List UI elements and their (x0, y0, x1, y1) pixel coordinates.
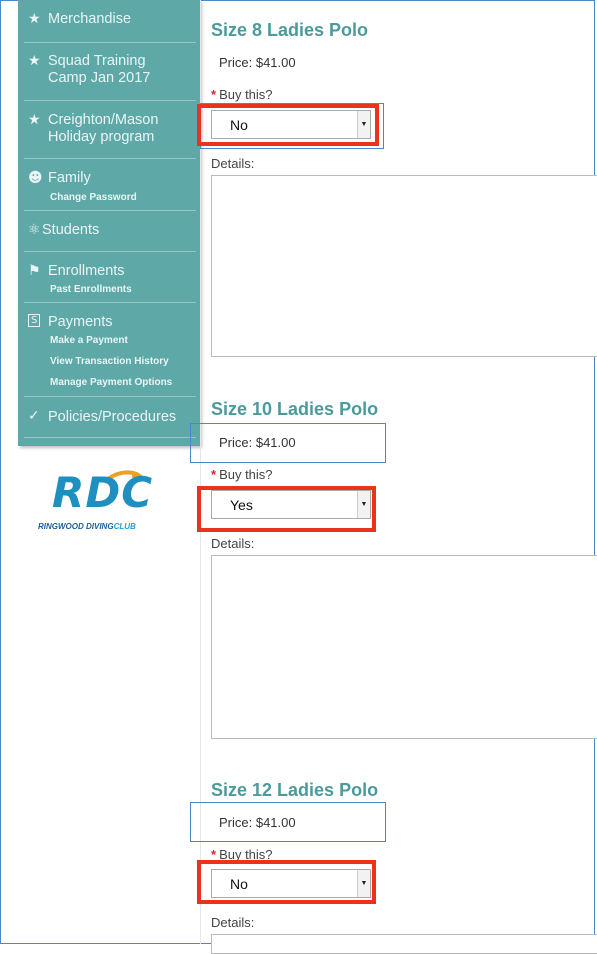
logo-letters: RDC (52, 468, 154, 517)
details-label: Details: (211, 156, 255, 171)
highlight-box-red (197, 486, 376, 532)
sidebar-nav: ★ Merchandise ★ Squad Training Camp Jan … (18, 0, 200, 446)
sidebar-item-label: Enrollments (48, 263, 125, 279)
star-icon: ★ (28, 112, 41, 128)
sidebar-item-label: Family (48, 170, 91, 186)
manage-payment-options-link[interactable]: Manage Payment Options (50, 377, 172, 388)
sidebar-item-payments[interactable]: S Payments Make a Payment View Transacti… (24, 303, 196, 397)
product-title: Size 10 Ladies Polo (211, 399, 379, 419)
sidebar-item-policies[interactable]: ✓ Policies/Procedures (24, 397, 196, 438)
details-textarea[interactable] (211, 934, 597, 954)
highlight-box-red (197, 104, 379, 146)
product-price: Price: $41.00 (219, 815, 296, 830)
make-payment-link[interactable]: Make a Payment (50, 335, 128, 346)
payments-icon: S (28, 314, 41, 327)
checkmark-icon: ✓ (28, 408, 40, 424)
star-icon: ★ (28, 53, 41, 69)
sidebar-item-label: Payments (48, 314, 113, 330)
sidebar-item-label: Students (42, 222, 100, 238)
details-textarea[interactable] (211, 175, 597, 357)
required-mark: * (211, 87, 217, 102)
enrollments-icon: ⚑ (28, 263, 41, 279)
sidebar-item-label: Merchandise (48, 11, 132, 27)
details-label: Details: (211, 536, 255, 551)
buy-this-label: * Buy this? (211, 87, 273, 102)
required-mark: * (211, 467, 217, 482)
sidebar-item-label: Policies/Procedures (48, 409, 177, 425)
students-icon: ⚛ (28, 222, 41, 238)
logo-club-name: RINGWOOD DIVINGCLUB (38, 522, 136, 531)
sidebar-item-label: Creighton/Mason Holiday program (48, 112, 159, 145)
change-password-link[interactable]: Change Password (50, 192, 137, 203)
details-textarea[interactable] (211, 555, 597, 739)
details-label: Details: (211, 915, 255, 930)
sidebar-item-squad-training[interactable]: ★ Squad Training Camp Jan 2017 (24, 43, 196, 101)
sidebar-item-merchandise[interactable]: ★ Merchandise (24, 0, 196, 43)
buy-this-label: * Buy this? (211, 467, 273, 482)
product-title: Size 8 Ladies Polo (211, 20, 369, 40)
sidebar-item-family[interactable]: ☻ Family Change Password (24, 159, 196, 211)
highlight-box-red (197, 860, 376, 904)
sidebar-item-enrollments[interactable]: ⚑ Enrollments Past Enrollments (24, 252, 196, 303)
product-title: Size 12 Ladies Polo (211, 780, 379, 800)
view-transaction-history-link[interactable]: View Transaction History (50, 356, 169, 367)
sidebar-item-label: Squad Training Camp Jan 2017 (48, 53, 151, 86)
star-icon: ★ (28, 11, 41, 27)
product-price: Price: $41.00 (219, 55, 296, 70)
sidebar-item-students[interactable]: ⚛ Students (24, 211, 196, 252)
family-icon: ☻ (28, 170, 43, 186)
product-price: Price: $41.00 (219, 435, 296, 450)
past-enrollments-link[interactable]: Past Enrollments (50, 284, 132, 295)
sidebar-item-holiday-program[interactable]: ★ Creighton/Mason Holiday program (24, 101, 196, 159)
ringwood-diving-club-logo: RDC RINGWOOD DIVINGCLUB (38, 468, 168, 536)
